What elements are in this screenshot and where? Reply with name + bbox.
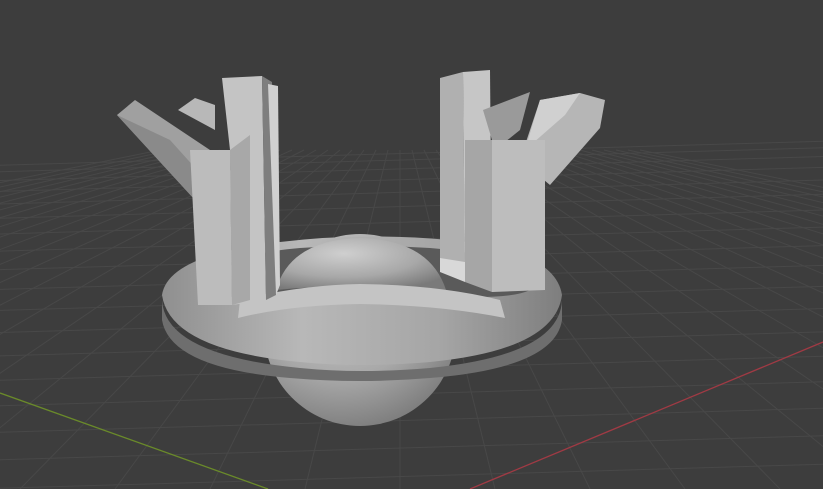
x-axis-line — [469, 341, 823, 489]
grid-line — [0, 140, 823, 166]
y-axis-line — [0, 392, 269, 489]
grid-line — [0, 435, 823, 461]
grid-line — [0, 407, 823, 433]
grid-line — [0, 193, 823, 219]
grid-line — [507, 149, 823, 294]
right-pillar-group — [440, 70, 605, 292]
grid-line — [0, 463, 823, 489]
grid-line — [579, 149, 823, 217]
left-pillar-group — [117, 76, 280, 305]
3d-viewport[interactable] — [0, 0, 823, 489]
grid-line — [0, 149, 161, 184]
grid-line — [531, 149, 823, 259]
grid-line — [0, 179, 823, 205]
3d-model[interactable] — [117, 70, 605, 426]
grid-line — [591, 149, 823, 210]
viewport-canvas[interactable] — [0, 0, 823, 489]
